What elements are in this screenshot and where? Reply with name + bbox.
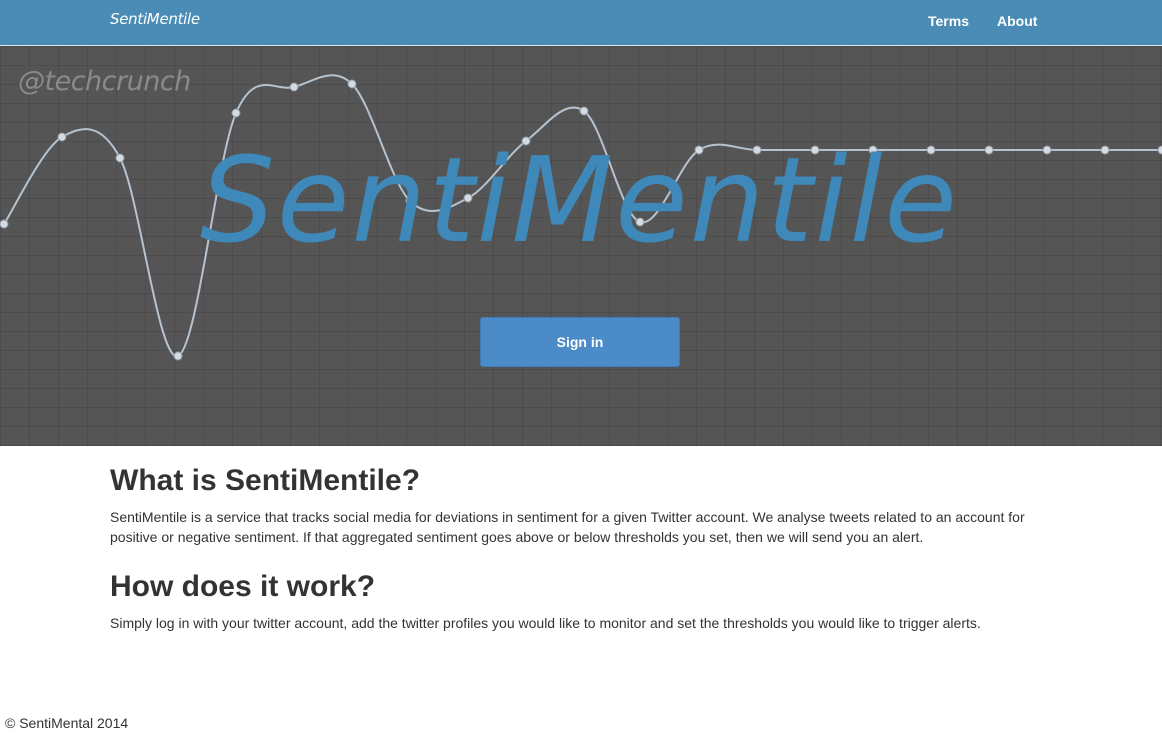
sentiment-point xyxy=(115,153,125,163)
section-heading-what: What is SentiMentile? xyxy=(110,464,421,497)
sentiment-point xyxy=(173,351,183,361)
footer-copyright: © SentiMental 2014 xyxy=(5,715,129,731)
hero-logo-text: SentiMentile xyxy=(200,131,959,269)
nav-link-terms[interactable]: Terms xyxy=(928,13,969,29)
section-heading-how: How does it work? xyxy=(110,570,376,603)
sentiment-point xyxy=(347,79,357,89)
sentiment-point xyxy=(289,82,299,92)
sentiment-point xyxy=(231,108,241,118)
sentiment-point xyxy=(57,132,67,142)
brand-logo[interactable]: SentiMentile xyxy=(110,10,200,28)
account-handle: @techcrunch xyxy=(18,66,191,97)
sentiment-point xyxy=(1100,145,1110,155)
sign-in-button[interactable]: Sign in xyxy=(480,317,680,367)
nav-link-about[interactable]: About xyxy=(997,13,1037,29)
hero-banner: @techcrunch SentiMentile Sign in xyxy=(0,46,1162,446)
sentiment-point xyxy=(1157,145,1162,155)
sentiment-point xyxy=(0,219,9,229)
main-content: What is SentiMentile? SentiMentile is a … xyxy=(110,460,1060,633)
section-body-what: SentiMentile is a service that tracks so… xyxy=(110,509,1025,545)
sentiment-point xyxy=(579,106,589,116)
sentiment-point xyxy=(984,145,994,155)
section-body-how: Simply log in with your twitter account,… xyxy=(110,615,981,631)
navbar: SentiMentile Terms About xyxy=(0,0,1162,46)
sentiment-point xyxy=(1042,145,1052,155)
